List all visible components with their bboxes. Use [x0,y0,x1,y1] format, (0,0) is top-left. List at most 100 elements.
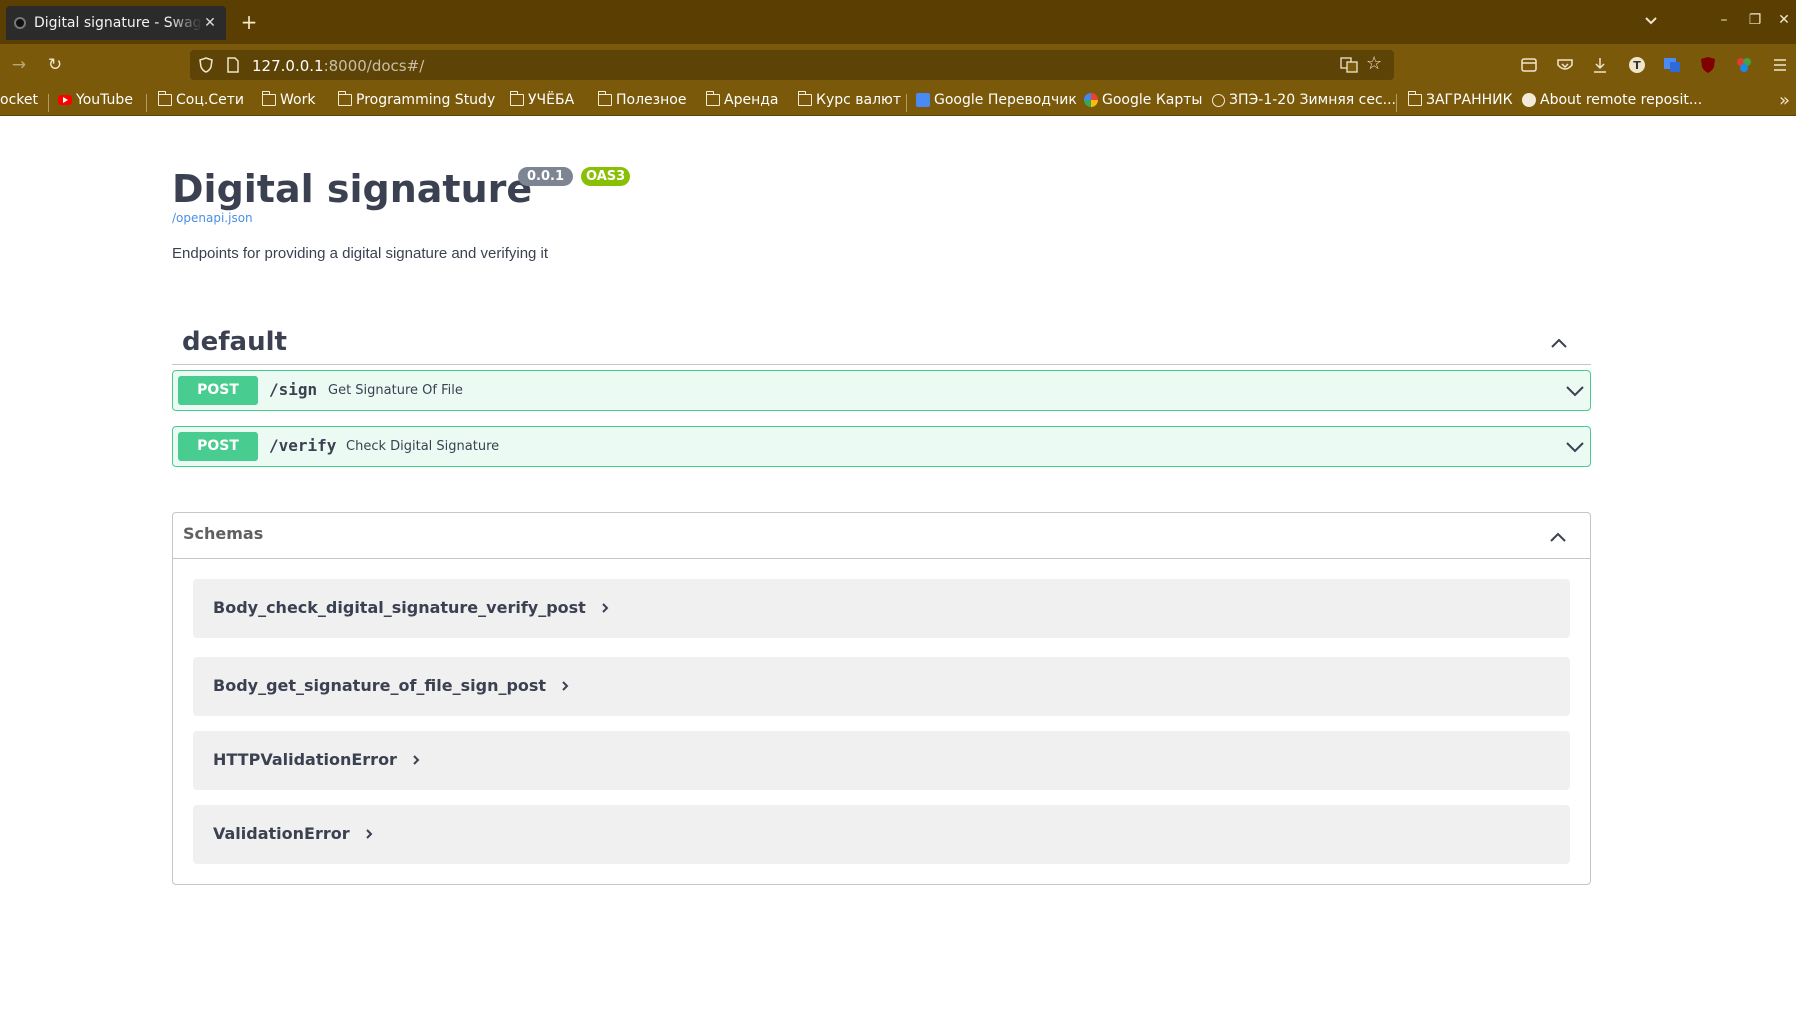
new-tab-button[interactable]: + [238,10,260,34]
page-title: Digital signature [172,167,533,211]
tab-list-chevron-icon[interactable] [1640,10,1662,32]
version-badge: 0.0.1 [518,167,574,186]
minimize-icon[interactable]: – [1714,12,1734,32]
bookmark-label: About remote reposit... [1540,92,1703,108]
folder-icon [597,91,612,106]
bookmark-folder-rent[interactable]: Аренда [705,91,779,108]
url-host: 127.0.0.1 [252,57,324,75]
extension-t-icon[interactable]: T [1626,54,1648,76]
chevron-right-icon [365,828,373,839]
bookmark-separator [146,94,147,112]
openapi-json-link[interactable]: /openapi.json [172,211,253,225]
restore-icon[interactable]: ❐ [1745,12,1765,32]
schema-name-text: Body_get_signature_of_file_sign_post [213,676,547,695]
sidebar-icon[interactable] [1518,54,1540,76]
method-badge: POST [178,376,258,405]
pocket-icon[interactable] [1554,54,1576,76]
colorful-extension-icon[interactable] [1733,54,1755,76]
operation-post-sign[interactable]: POST /sign Get Signature Of File [172,370,1591,411]
bookmark-google-maps[interactable]: Google Карты [1084,92,1202,108]
chevron-right-icon [413,754,420,765]
bookmark-pocket[interactable]: ocket [0,92,38,108]
schema-name[interactable]: Body_check_digital_signature_verify_post [213,598,612,617]
bookmark-label: Полезное [616,92,687,108]
page-icon[interactable] [226,57,240,73]
schemas-section: Schemas Body_check_digital_signature_ver… [172,512,1591,885]
api-description: Endpoints for providing a digital signat… [172,245,549,262]
schema-name-text: ValidationError [213,824,350,843]
bookmark-google-translate[interactable]: Google Переводчик [916,92,1077,108]
bookmarks-bar: ocket YouTube Соц.Сети Work Programming … [0,86,1796,116]
schema-item[interactable]: HTTPValidationError [193,731,1570,790]
browser-tab-bar: Digital signature - Swagger UI ✕ + – ❐ ✕ [0,0,1796,44]
bookmark-folder-social[interactable]: Соц.Сети [157,91,244,108]
bookmark-github[interactable]: About remote reposit... [1522,92,1702,108]
chevron-right-icon [602,602,609,613]
bookmark-label: Programming Study [356,92,496,108]
folder-icon [509,91,524,106]
google-maps-icon [1084,93,1098,107]
folder-icon [797,91,812,106]
folder-icon [705,91,720,106]
tag-name: default [182,327,287,357]
url-text[interactable]: 127.0.0.1:8000/docs#/ [252,57,424,75]
google-translate-icon [916,93,930,107]
bookmark-session[interactable]: ЗПЭ-1-20 Зимняя сес... [1212,92,1396,108]
chevron-right-icon [562,680,569,691]
bookmark-folder-useful[interactable]: Полезное [597,91,687,108]
schema-name-text: Body_check_digital_signature_verify_post [213,598,586,617]
chevron-down-icon[interactable] [1564,437,1586,457]
schema-name-text: HTTPValidationError [213,750,397,769]
bookmark-folder-abroad[interactable]: ЗАГРАННИК [1407,91,1513,108]
tag-section-default[interactable]: default [172,321,1591,365]
schema-item[interactable]: Body_check_digital_signature_verify_post [193,579,1570,638]
bookmark-label: YouTube [76,92,133,108]
schemas-header[interactable]: Schemas [173,513,1590,559]
schema-item[interactable]: ValidationError [193,805,1570,864]
schema-name[interactable]: HTTPValidationError [213,750,423,769]
operation-summary: Get Signature Of File [328,383,463,398]
oas-badge: OAS3 [581,167,631,186]
reload-icon[interactable]: ↻ [44,54,66,76]
url-path: :8000/docs#/ [323,57,425,75]
operation-path: /sign [269,380,318,399]
operation-path: /verify [269,436,337,455]
chevron-down-icon[interactable] [1564,381,1586,401]
bookmark-folder-work[interactable]: Work [261,91,315,108]
close-window-icon[interactable]: ✕ [1774,12,1794,32]
bookmark-folder-programming[interactable]: Programming Study [337,91,496,108]
forward-arrow-icon[interactable]: → [8,54,30,76]
close-tab-icon[interactable]: ✕ [202,15,218,31]
bookmark-separator [1396,94,1397,112]
operation-post-verify[interactable]: POST /verify Check Digital Signature [172,426,1591,467]
chevron-up-icon[interactable] [1548,527,1568,547]
api-info: Digital signature 0.0.1 OAS3 /openapi.js… [172,167,631,262]
ublock-icon[interactable] [1697,54,1719,76]
bookmark-separator [906,94,907,112]
translate-page-icon[interactable] [1340,57,1358,73]
schema-name[interactable]: Body_get_signature_of_file_sign_post [213,676,572,695]
bookmark-youtube[interactable]: YouTube [58,92,133,108]
chevron-up-icon[interactable] [1549,333,1569,353]
schema-name[interactable]: ValidationError [213,824,376,843]
bookmark-label: ЗПЭ-1-20 Зимняя сес... [1229,92,1396,108]
schemas-title: Schemas [183,524,264,543]
bookmark-label: Google Переводчик [934,92,1077,108]
bookmark-label: ocket [0,92,38,108]
bookmark-folder-study[interactable]: УЧЁБА [509,91,574,108]
url-bar[interactable]: 127.0.0.1:8000/docs#/ ☆ [190,50,1394,80]
bookmark-star-icon[interactable]: ☆ [1366,53,1382,74]
shield-icon[interactable] [198,57,214,73]
folder-icon [1407,91,1422,106]
svg-text:T: T [1633,59,1641,72]
translator-extension-icon[interactable] [1661,54,1683,76]
browser-tab[interactable]: Digital signature - Swagger UI ✕ [6,6,226,40]
youtube-icon [58,95,72,105]
hamburger-menu-icon[interactable] [1769,54,1791,76]
bookmark-folder-currency[interactable]: Курс валют [797,91,901,108]
bookmarks-overflow-icon[interactable]: » [1779,90,1790,111]
bookmark-label: ЗАГРАННИК [1426,92,1513,108]
download-icon[interactable] [1589,54,1611,76]
folder-icon [337,91,352,106]
schema-item[interactable]: Body_get_signature_of_file_sign_post [193,657,1570,716]
